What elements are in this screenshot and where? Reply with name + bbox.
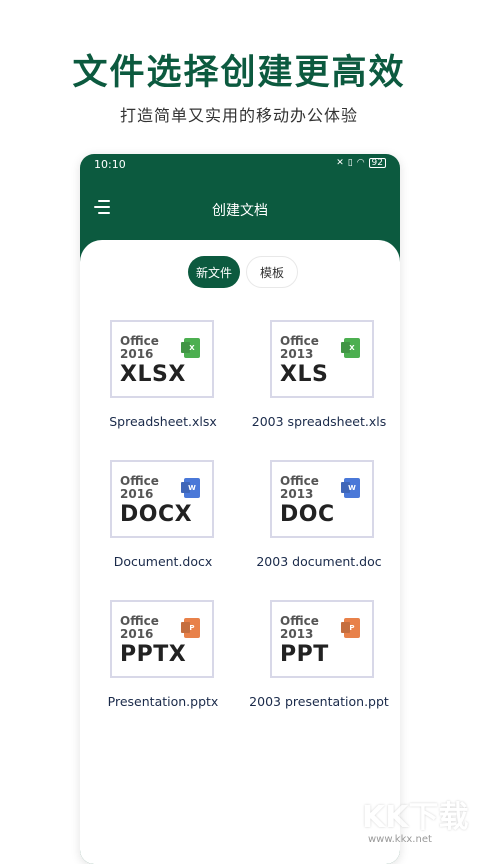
status-bar: 10:10 ✕ ▯ ◠ 92: [80, 154, 400, 176]
file-extension: XLS: [280, 362, 329, 387]
office-label: Office: [280, 614, 319, 628]
content-panel: 新文件 模板 Office 2016 XLSX X Spreadsheet.xl…: [80, 240, 400, 864]
office-label: Office: [120, 614, 159, 628]
app-bar: 创建文档: [80, 176, 400, 240]
excel-icon: X: [184, 338, 200, 358]
watermark-logo: KK下载: [362, 800, 469, 835]
status-icons: ✕ ▯ ◠ 92: [336, 158, 386, 168]
office-year: 2013: [280, 487, 314, 501]
file-name: 2003 presentation.ppt: [249, 694, 389, 709]
excel-icon: X: [344, 338, 360, 358]
file-extension: PPTX: [120, 642, 187, 667]
file-tile-docx[interactable]: Office 2016 DOCX W Document.docx: [80, 460, 240, 590]
office-year: 2016: [120, 627, 154, 641]
file-extension: PPT: [280, 642, 329, 667]
file-thumbnail: Office 2013 PPT P: [270, 600, 374, 678]
battery-icon: 92: [368, 158, 386, 168]
file-thumbnail: Office 2013 XLS X: [270, 320, 374, 398]
file-name: Presentation.pptx: [107, 694, 219, 709]
office-year: 2013: [280, 627, 314, 641]
office-label: Office: [120, 334, 159, 348]
file-name: 2003 spreadsheet.xls: [251, 414, 387, 429]
word-icon: W: [184, 478, 200, 498]
app-title: 创建文档: [212, 203, 268, 219]
tab-new-file[interactable]: 新文件: [188, 256, 240, 288]
office-label: Office: [280, 474, 319, 488]
tab-template[interactable]: 模板: [246, 256, 298, 288]
alarm-icon: ▯: [347, 158, 353, 168]
file-tile-xls[interactable]: Office 2013 XLS X 2003 spreadsheet.xls: [240, 320, 400, 450]
file-extension: XLSX: [120, 362, 186, 387]
file-tile-ppt[interactable]: Office 2013 PPT P 2003 presentation.ppt: [240, 600, 400, 730]
file-tile-doc[interactable]: Office 2013 DOC W 2003 document.doc: [240, 460, 400, 590]
file-tile-xlsx[interactable]: Office 2016 XLSX X Spreadsheet.xlsx: [80, 320, 240, 450]
word-icon: W: [344, 478, 360, 498]
office-year: 2016: [120, 347, 154, 361]
file-extension: DOCX: [120, 502, 193, 527]
wifi-icon: ◠: [356, 158, 365, 168]
mute-icon: ✕: [336, 158, 344, 168]
office-label: Office: [280, 334, 319, 348]
promo-subtitle: 打造简单又实用的移动办公体验: [119, 106, 358, 125]
file-thumbnail: Office 2013 DOC W: [270, 460, 374, 538]
file-thumbnail: Office 2016 DOCX W: [110, 460, 214, 538]
tab-switcher: 新文件 模板: [188, 256, 298, 288]
phone-frame: 10:10 ✕ ▯ ◠ 92 创建文档 新文件 模板 Office 2016 X…: [80, 154, 400, 864]
file-extension: DOC: [280, 502, 335, 527]
file-name: Document.docx: [113, 554, 213, 569]
powerpoint-icon: P: [344, 618, 360, 638]
file-name: 2003 document.doc: [256, 554, 382, 569]
file-tile-pptx[interactable]: Office 2016 PPTX P Presentation.pptx: [80, 600, 240, 730]
powerpoint-icon: P: [184, 618, 200, 638]
watermark-url: www.kkx.net: [368, 834, 432, 845]
office-year: 2016: [120, 487, 154, 501]
promo-title: 文件选择创建更高效: [72, 53, 406, 93]
file-name: Spreadsheet.xlsx: [109, 414, 217, 429]
file-thumbnail: Office 2016 PPTX P: [110, 600, 214, 678]
file-thumbnail: Office 2016 XLSX X: [110, 320, 214, 398]
office-year: 2013: [280, 347, 314, 361]
status-time: 10:10: [94, 158, 126, 171]
office-label: Office: [120, 474, 159, 488]
